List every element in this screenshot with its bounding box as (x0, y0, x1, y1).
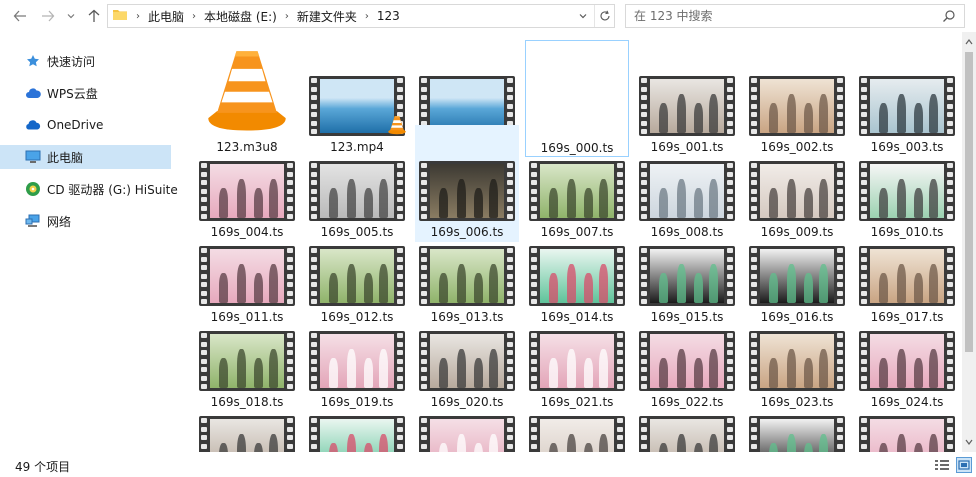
video-frame-preview (540, 419, 614, 452)
navigation-pane: 快速访问 WPS云盘 OneDrive 此电脑 CD 驱动器 (G:) HiSu… (0, 32, 178, 452)
video-thumbnail (749, 416, 845, 452)
search-box[interactable] (625, 4, 965, 28)
search-icon[interactable] (942, 9, 956, 26)
chevron-down-icon (579, 14, 587, 19)
address-history-button[interactable] (574, 5, 592, 27)
vlc-file-icon (199, 46, 295, 136)
onedrive-cloud-icon (25, 117, 41, 133)
star-icon (25, 53, 41, 69)
vertical-scrollbar[interactable] (962, 32, 976, 452)
video-thumbnail (419, 416, 515, 452)
filmstrip (199, 416, 295, 452)
image-thumbnail (535, 79, 619, 131)
breadcrumb-new-folder[interactable]: 新建文件夹 (297, 8, 357, 25)
video-thumbnail (199, 416, 295, 452)
scroll-down-arrow-icon (965, 439, 973, 445)
file-item[interactable] (745, 380, 849, 452)
search-input[interactable] (626, 9, 926, 23)
status-bar: 49 个项目 (0, 452, 976, 477)
video-frame-preview (650, 419, 724, 452)
arrow-up-icon (88, 9, 100, 22)
computer-icon (25, 149, 41, 165)
file-item[interactable] (635, 380, 739, 452)
forward-button[interactable] (38, 4, 58, 28)
up-button[interactable] (84, 4, 104, 28)
details-view-button[interactable] (934, 457, 950, 473)
scrollbar-thumb[interactable] (965, 52, 973, 352)
video-frame-preview (210, 419, 284, 452)
breadcrumb-local-disk[interactable]: 本地磁盘 (E:) (204, 8, 277, 25)
video-frame-preview (760, 419, 834, 452)
video-thumbnail (529, 416, 625, 452)
wps-cloud-icon (25, 85, 41, 101)
breadcrumb-separator: › (192, 10, 197, 22)
file-item[interactable] (305, 380, 409, 452)
filmstrip (309, 416, 405, 452)
filmstrip (419, 416, 515, 452)
network-icon (25, 213, 41, 229)
sidebar-item-wps-cloud[interactable]: WPS云盘 (0, 81, 171, 105)
sidebar-item-quick-access[interactable]: 快速访问 (0, 49, 171, 73)
chevron-down-icon (67, 14, 75, 19)
scroll-up-arrow-icon (965, 39, 973, 45)
file-item[interactable] (195, 380, 299, 452)
breadcrumb-current-folder[interactable]: 123 (377, 9, 400, 23)
file-item[interactable] (855, 380, 959, 452)
address-toolbar: › 此电脑 › 本地磁盘 (E:) › 新建文件夹 › 123 (0, 0, 976, 32)
video-thumbnail (639, 416, 735, 452)
file-item[interactable] (525, 380, 629, 452)
cd-drive-icon (25, 181, 41, 197)
arrow-right-icon (42, 10, 55, 22)
filmstrip (859, 416, 955, 452)
breadcrumb-separator: › (284, 10, 289, 22)
sidebar-item-label: 此电脑 (47, 150, 84, 165)
sidebar-item-label: 网络 (47, 214, 72, 229)
filmstrip (639, 416, 735, 452)
video-frame-preview (430, 419, 504, 452)
video-thumbnail (859, 416, 955, 452)
sidebar-item-network[interactable]: 网络 (0, 209, 171, 233)
refresh-icon (600, 10, 610, 21)
sidebar-item-label: OneDrive (47, 118, 104, 132)
refresh-button[interactable] (594, 5, 614, 27)
video-frame-preview (320, 419, 394, 452)
sidebar-item-label: CD 驱动器 (G:) HiSuite (47, 182, 178, 197)
recent-locations-button[interactable] (64, 4, 78, 28)
item-count: 49 个项目 (15, 460, 71, 474)
details-view-icon (935, 460, 949, 470)
sidebar-item-onedrive[interactable]: OneDrive (0, 113, 171, 137)
folder-icon (112, 7, 128, 26)
back-button[interactable] (10, 4, 30, 28)
file-item[interactable] (415, 380, 519, 452)
sidebar-item-this-pc[interactable]: 此电脑 (0, 145, 171, 169)
large-icons-view-button[interactable] (956, 457, 972, 473)
sidebar-item-label: WPS云盘 (47, 86, 98, 101)
file-list-view: 123.m3u8123.mp4123.ts169s_000.ts169s_001… (175, 32, 962, 452)
breadcrumb-separator: › (136, 10, 140, 22)
arrow-left-icon (13, 10, 26, 22)
vlc-cone-icon (208, 51, 286, 131)
filmstrip (529, 416, 625, 452)
large-icons-view-icon (958, 460, 970, 470)
video-thumbnail (309, 416, 405, 452)
address-bar[interactable]: › 此电脑 › 本地磁盘 (E:) › 新建文件夹 › 123 (107, 4, 615, 28)
breadcrumb-separator: › (364, 10, 369, 22)
sidebar-item-label: 快速访问 (47, 54, 96, 69)
filmstrip (749, 416, 845, 452)
video-frame-preview (870, 419, 944, 452)
sidebar-item-cd-drive[interactable]: CD 驱动器 (G:) HiSuite (0, 177, 178, 201)
breadcrumb-this-pc[interactable]: 此电脑 (148, 8, 184, 25)
